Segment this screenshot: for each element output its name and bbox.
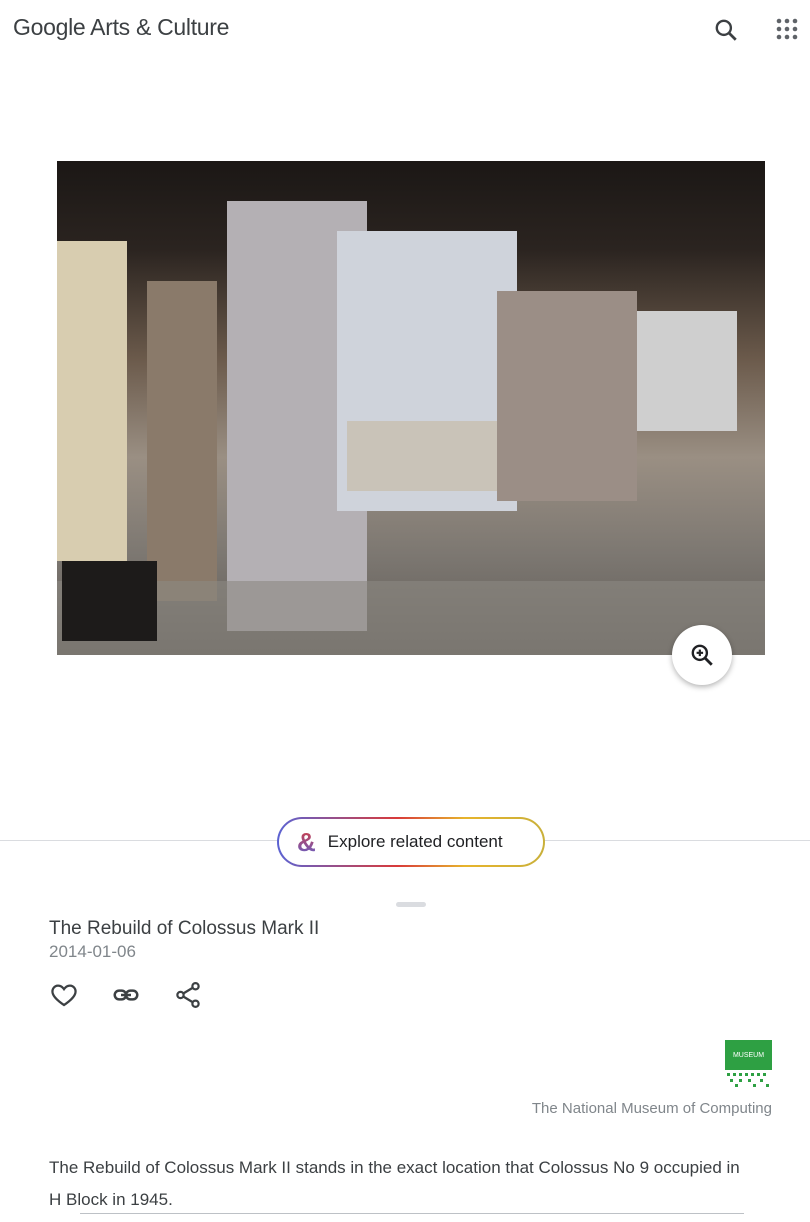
explore-related-content-button[interactable]: & Explore related content <box>277 817 545 867</box>
svg-text:MUSEUM: MUSEUM <box>733 1052 764 1059</box>
ampersand-icon: & <box>297 826 316 857</box>
artwork-date: 2014-01-06 <box>49 942 136 961</box>
share-icon[interactable] <box>173 980 203 1010</box>
heart-icon[interactable] <box>49 980 79 1010</box>
artwork-title: The Rebuild of Colossus Mark II <box>49 918 320 939</box>
artwork-image[interactable] <box>57 161 765 655</box>
explore-label: Explore related content <box>327 832 503 851</box>
bottom-divider <box>80 1213 744 1214</box>
drag-handle[interactable] <box>396 902 426 907</box>
search-icon[interactable] <box>713 17 739 48</box>
google-arts-culture-logo[interactable]: Google Arts & Culture <box>13 14 229 41</box>
zoom-in-button[interactable] <box>672 625 732 685</box>
partner-name[interactable]: The National Museum of Computing <box>532 1100 772 1117</box>
artwork-description: The Rebuild of Colossus Mark II stands i… <box>49 1158 740 1209</box>
museum-logo[interactable]: MUSEUM <box>725 1040 772 1088</box>
zoom-in-icon <box>691 644 713 666</box>
link-icon[interactable] <box>111 980 141 1010</box>
apps-grid-icon[interactable] <box>776 18 798 45</box>
